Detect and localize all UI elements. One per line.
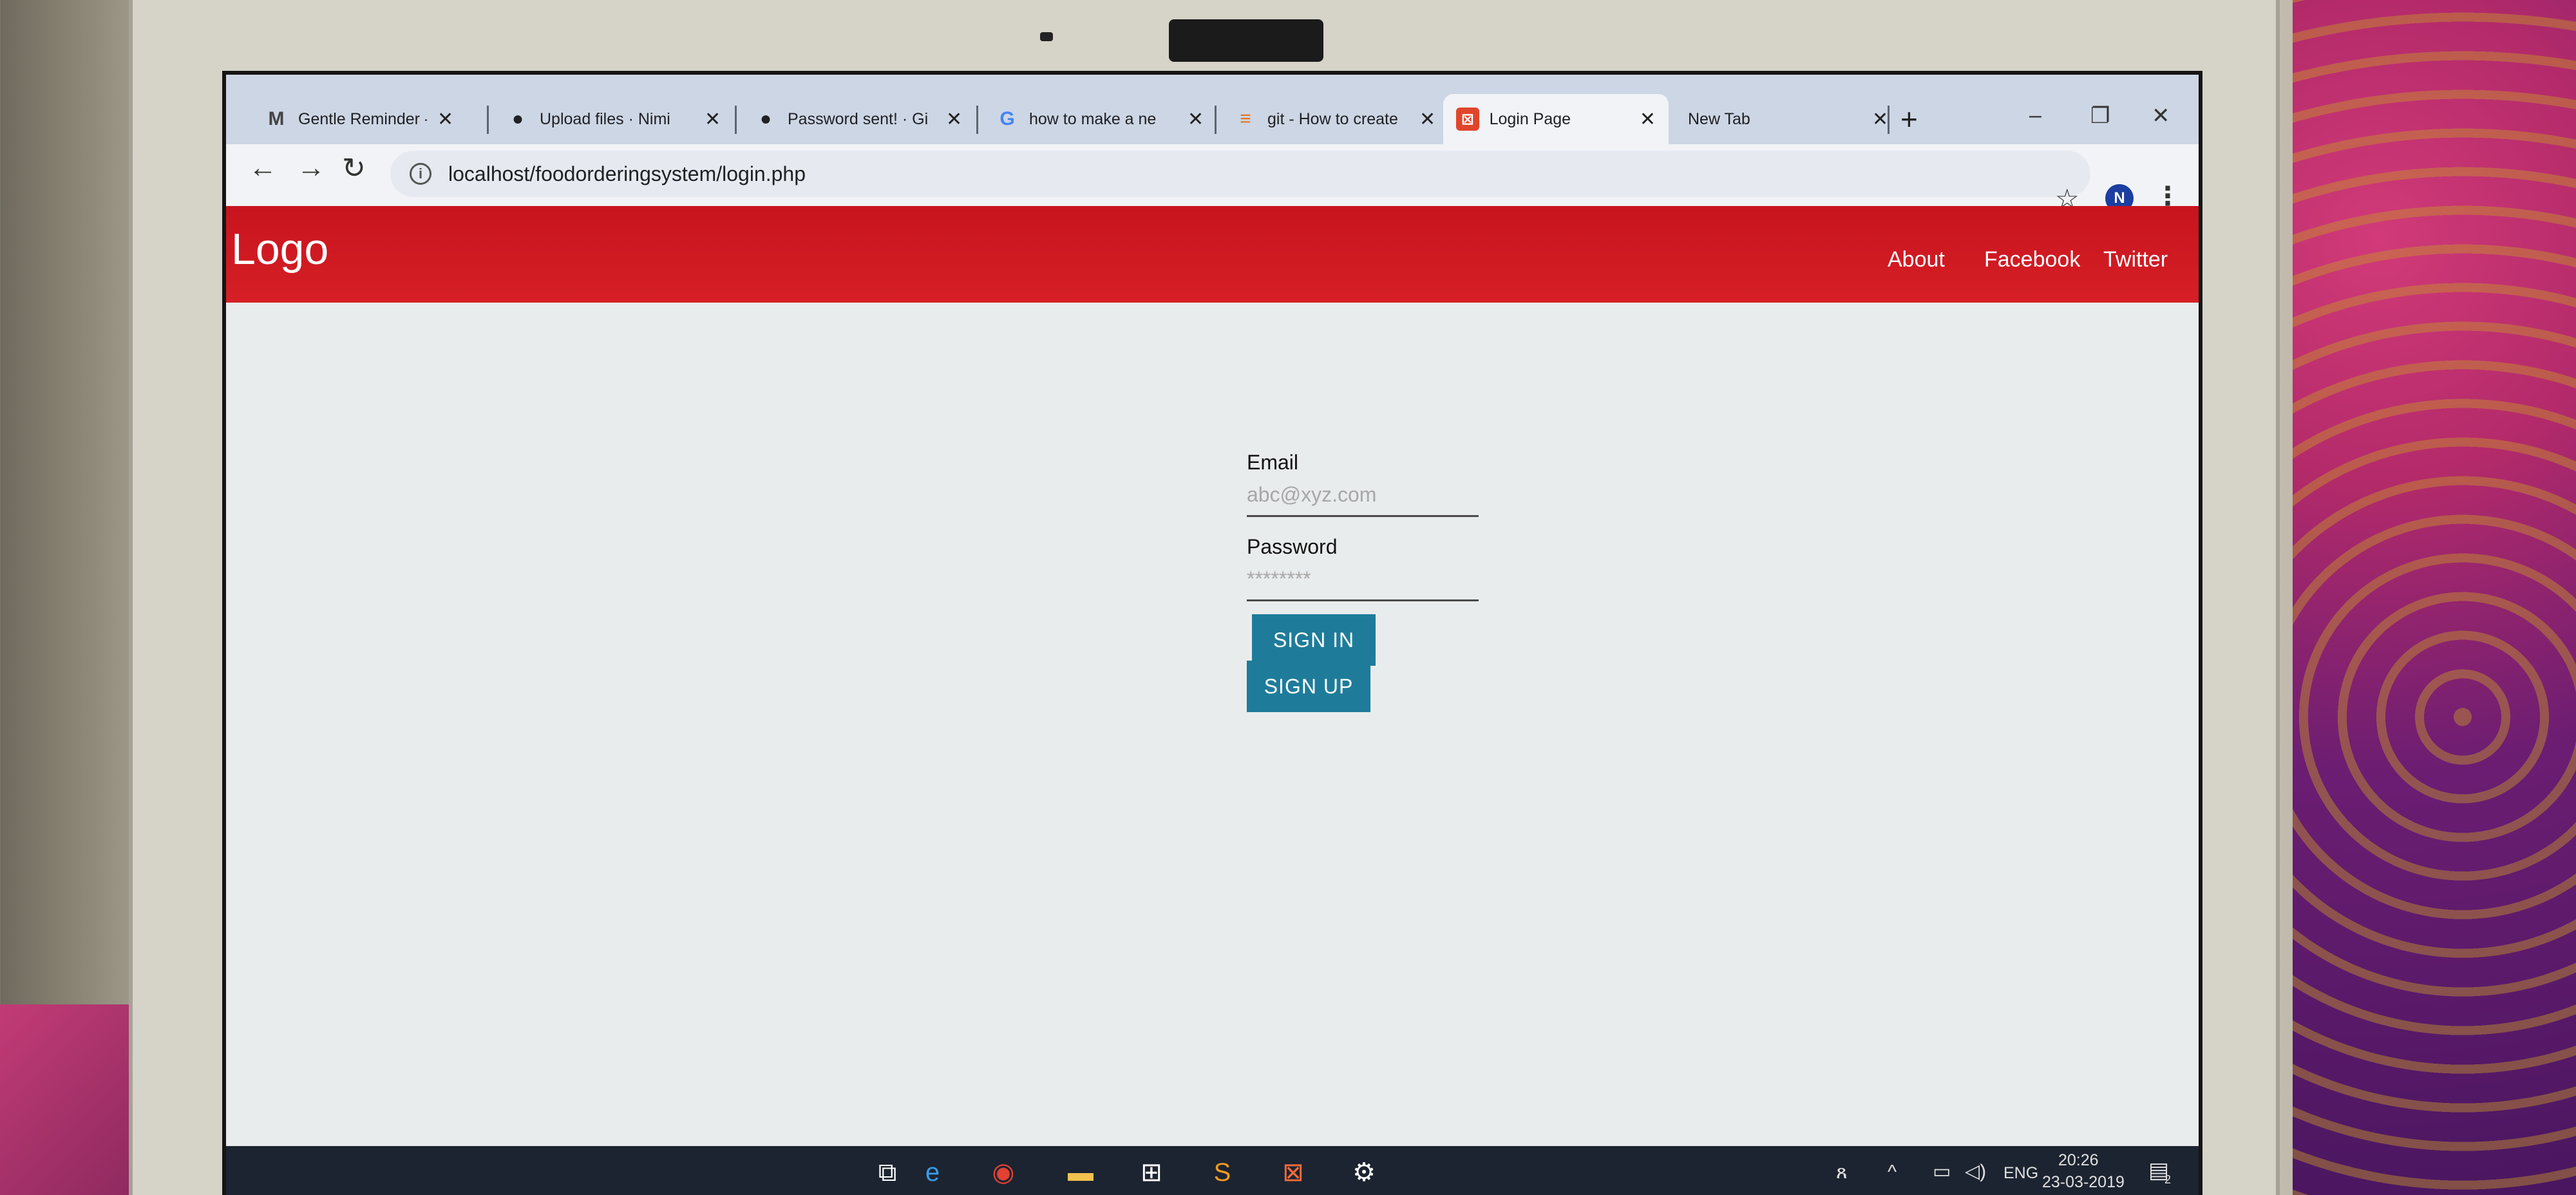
info-icon[interactable]: i: [410, 163, 431, 185]
tab-title: Password sent! · Gi: [788, 109, 929, 128]
sign-in-button[interactable]: SIGN IN: [1252, 614, 1376, 666]
close-icon[interactable]: ✕: [437, 108, 453, 131]
tab-separator: [976, 106, 978, 134]
tab-separator: [735, 106, 737, 134]
nav-link-twitter[interactable]: Twitter: [2103, 247, 2168, 272]
forward-icon[interactable]: →: [297, 152, 325, 184]
back-icon[interactable]: ←: [249, 152, 277, 184]
sublime-text-icon[interactable]: S: [1205, 1155, 1240, 1190]
email-input[interactable]: [1247, 475, 1479, 517]
people-icon[interactable]: ጸ: [1836, 1162, 1848, 1183]
close-icon[interactable]: ✕: [1640, 108, 1656, 131]
tab-google-search[interactable]: G how to make a ne ✕: [983, 94, 1217, 144]
tab-git-stackoverflow[interactable]: ≡ git - How to create ✕: [1221, 94, 1448, 144]
clock-date[interactable]: 23-03-2019: [2042, 1173, 2125, 1192]
tab-separator: [1888, 106, 1889, 134]
tab-separator: [1215, 106, 1217, 134]
sign-up-button[interactable]: SIGN UP: [1247, 661, 1370, 712]
tab-title: how to make a ne: [1029, 109, 1157, 128]
file-explorer-icon[interactable]: ▬: [1063, 1155, 1098, 1190]
email-label: Email: [1247, 451, 1299, 474]
github-icon: ●: [511, 108, 524, 129]
close-icon[interactable]: ✕: [1188, 108, 1204, 131]
password-input[interactable]: [1247, 559, 1479, 601]
close-icon[interactable]: ✕: [1419, 108, 1435, 131]
webcam: [1169, 19, 1323, 62]
clock-time[interactable]: 20:26: [2058, 1151, 2099, 1170]
browser-tabstrip: M Gentle Reminder - ✕ ● Upload files · N…: [226, 75, 2199, 144]
windows-taskbar: ⧉ e ◉ ▬ ⊞ S ⊠ ⚙ ጸ ^ ▭ ◁) ENG 20:26 23-03…: [226, 1146, 2199, 1195]
tab-title: Upload files · Nimi: [540, 109, 670, 128]
close-icon[interactable]: ✕: [946, 108, 962, 131]
tab-gentle-reminder[interactable]: M Gentle Reminder - ✕: [252, 94, 466, 144]
google-icon: G: [999, 108, 1015, 129]
login-form: Email Password SIGN IN SIGN UP: [1247, 451, 1492, 712]
nav-link-about[interactable]: About: [1888, 247, 1945, 272]
sensor: [1040, 32, 1053, 41]
site-logo[interactable]: Logo: [231, 224, 328, 274]
close-icon[interactable]: ✕: [1872, 108, 1888, 131]
nav-link-facebook[interactable]: Facebook: [1984, 247, 2080, 272]
close-icon[interactable]: ✕: [705, 108, 721, 131]
site-header: Logo About Facebook Twitter: [226, 206, 2199, 303]
minimize-icon[interactable]: –: [2029, 103, 2041, 128]
address-bar[interactable]: i localhost/foodorderingsystem/login.php: [390, 151, 2090, 197]
language-indicator[interactable]: ENG: [2003, 1164, 2038, 1183]
stackoverflow-icon: ≡: [1240, 108, 1251, 129]
tab-password-sent[interactable]: ● Password sent! · Gi ✕: [741, 94, 975, 144]
tab-upload-files[interactable]: ● Upload files · Nimi ✕: [493, 94, 734, 144]
laptop-screen: M Gentle Reminder - ✕ ● Upload files · N…: [222, 71, 2202, 1195]
tab-title: Login Page: [1489, 109, 1571, 128]
url-text: localhost/foodorderingsystem/login.php: [448, 162, 806, 185]
tab-new-tab[interactable]: New Tab ✕: [1675, 94, 1901, 144]
chrome-icon[interactable]: ◉: [986, 1155, 1021, 1190]
battery-icon[interactable]: ▭: [1933, 1160, 1951, 1183]
store-icon[interactable]: ⊞: [1134, 1155, 1169, 1190]
volume-icon[interactable]: ◁): [1965, 1160, 1986, 1183]
background-fabric: [2293, 0, 2576, 1195]
tab-separator: [487, 106, 489, 134]
edge-icon[interactable]: e: [915, 1155, 950, 1190]
gmail-icon: M: [268, 108, 285, 129]
chevron-up-icon[interactable]: ^: [1888, 1162, 1897, 1183]
task-view-icon[interactable]: ⧉: [870, 1155, 905, 1190]
xampp-taskbar-icon[interactable]: ⊠: [1276, 1155, 1311, 1190]
tab-title: Gentle Reminder -: [298, 109, 427, 128]
tab-login-page[interactable]: ⊠ Login Page ✕: [1443, 94, 1669, 144]
restore-icon[interactable]: ❐: [2090, 103, 2110, 129]
password-label: Password: [1247, 535, 1338, 558]
page-content: Logo About Facebook Twitter Email Passwo…: [226, 206, 2199, 1146]
new-tab-button[interactable]: +: [1900, 102, 1918, 136]
tab-title: git - How to create: [1267, 109, 1398, 128]
reload-icon[interactable]: ↻: [342, 152, 366, 185]
background-cloth: [0, 1004, 129, 1195]
tab-title: New Tab: [1688, 109, 1750, 128]
notification-count: 2: [2164, 1173, 2172, 1186]
xampp-icon: ⊠: [1456, 108, 1479, 131]
close-window-icon[interactable]: ✕: [2152, 103, 2170, 129]
settings-gear-icon[interactable]: ⚙: [1347, 1155, 1381, 1190]
github-icon: ●: [759, 108, 772, 129]
